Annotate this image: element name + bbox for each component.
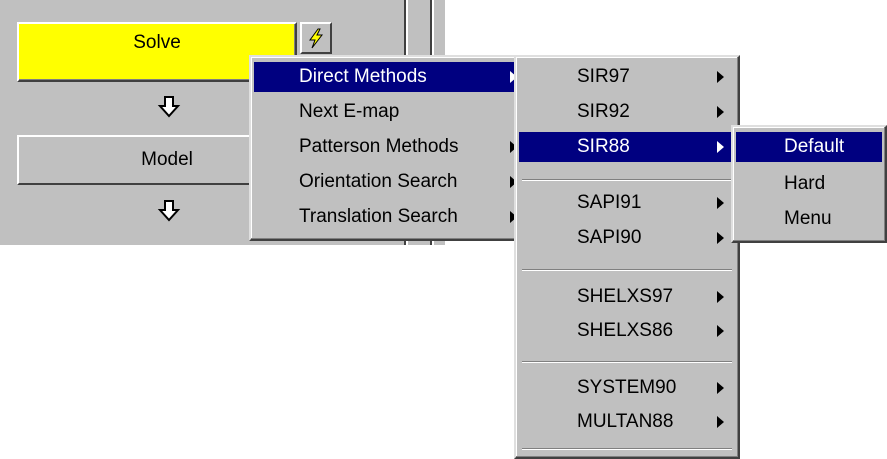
menu-item-label: Menu bbox=[784, 208, 832, 229]
menu-item-label: SIR97 bbox=[577, 66, 630, 87]
menu-separator bbox=[522, 361, 732, 363]
menu-item-multan88[interactable]: MULTAN88 bbox=[519, 407, 735, 437]
menu-separator bbox=[522, 269, 732, 271]
menu-item-sir97[interactable]: SIR97 bbox=[519, 62, 735, 92]
menu-item-direct-methods[interactable]: Direct Methods bbox=[254, 62, 524, 92]
submenu-arrow-icon bbox=[717, 106, 724, 118]
menu-item-shelxs86[interactable]: SHELXS86 bbox=[519, 316, 735, 346]
submenu-arrow-icon bbox=[717, 291, 724, 303]
submenu-arrow-icon bbox=[717, 141, 724, 153]
submenu-arrow-icon bbox=[717, 232, 724, 244]
menu-item-label: Patterson Methods bbox=[299, 136, 459, 157]
menu-item-label: SAPI90 bbox=[577, 227, 642, 248]
menu-item-label: SIR88 bbox=[577, 136, 630, 157]
menu-item-label: Hard bbox=[784, 173, 826, 194]
menu-item-label: Default bbox=[784, 136, 845, 157]
menu-item-label: SYSTEM90 bbox=[577, 377, 677, 398]
submenu-arrow-icon bbox=[717, 416, 724, 428]
menu-item-label: MULTAN88 bbox=[577, 411, 674, 432]
menu-item-translation-search[interactable]: Translation Search bbox=[254, 202, 524, 232]
menu-item-system90[interactable]: SYSTEM90 bbox=[519, 373, 735, 403]
lightning-icon bbox=[309, 28, 324, 49]
menu-item-sir88[interactable]: SIR88 bbox=[519, 132, 735, 162]
sir88-submenu: Default Hard Menu bbox=[731, 125, 887, 243]
lightning-icon-button[interactable] bbox=[300, 22, 332, 54]
submenu-arrow-icon bbox=[717, 382, 724, 394]
menu-item-orientation-search[interactable]: Orientation Search bbox=[254, 167, 524, 197]
down-arrow-icon bbox=[157, 96, 181, 118]
menu-separator bbox=[522, 179, 732, 181]
menu-item-label: SHELXS86 bbox=[577, 320, 674, 341]
model-button-label: Model bbox=[141, 149, 193, 170]
solve-button-label: Solve bbox=[133, 32, 181, 53]
submenu-arrow-icon bbox=[717, 71, 724, 83]
menu-item-label: Direct Methods bbox=[299, 66, 427, 87]
submenu-arrow-icon bbox=[717, 197, 724, 209]
menu-item-label: Next E-map bbox=[299, 101, 400, 122]
menu-item-label: Orientation Search bbox=[299, 171, 458, 192]
menu-item-next-e-map[interactable]: Next E-map bbox=[254, 97, 524, 127]
menu-item-sapi91[interactable]: SAPI91 bbox=[519, 188, 735, 218]
submenu-arrow-icon bbox=[717, 325, 724, 337]
menu-item-label: SAPI91 bbox=[577, 192, 642, 213]
menu-item-shelxs97[interactable]: SHELXS97 bbox=[519, 282, 735, 312]
menu-item-default[interactable]: Default bbox=[736, 132, 882, 162]
menu-item-menu[interactable]: Menu bbox=[736, 204, 882, 234]
menu-item-label: SIR92 bbox=[577, 101, 630, 122]
menu-item-label: Translation Search bbox=[299, 206, 458, 227]
menu-item-patterson-methods[interactable]: Patterson Methods bbox=[254, 132, 524, 162]
menu-separator bbox=[522, 448, 732, 450]
solve-context-menu: Direct Methods Next E-map Patterson Meth… bbox=[249, 55, 529, 241]
menu-item-label: SHELXS97 bbox=[577, 286, 674, 307]
menu-item-sir92[interactable]: SIR92 bbox=[519, 97, 735, 127]
menu-item-hard[interactable]: Hard bbox=[736, 169, 882, 199]
menu-item-sapi90[interactable]: SAPI90 bbox=[519, 223, 735, 253]
down-arrow-icon bbox=[157, 200, 181, 222]
direct-methods-submenu: SIR97 SIR92 SIR88 SAPI91 SAPI90 SHELXS97… bbox=[514, 55, 740, 459]
